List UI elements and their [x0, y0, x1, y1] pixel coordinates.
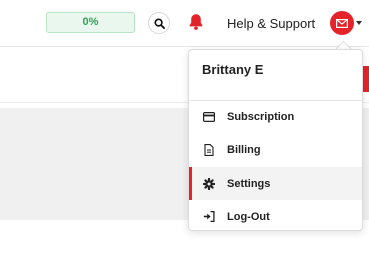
card-icon [203, 111, 215, 123]
user-dropdown-menu: Brittany E Subscription Billing Settings… [188, 49, 363, 231]
gear-icon [203, 177, 215, 190]
menu-item-label: Settings [227, 177, 271, 190]
help-support-link[interactable]: Help & Support [227, 16, 315, 31]
menu-item-label: Log-Out [227, 210, 270, 223]
top-bar: 0% Help & Support [0, 0, 369, 47]
progress-indicator: 0% [46, 12, 135, 33]
app-page: 0% Help & Support Brittany E Subscriptio… [0, 0, 369, 264]
bell-icon[interactable] [188, 13, 204, 31]
search-icon [153, 17, 165, 29]
menu-item-logout[interactable]: Log-Out [189, 200, 362, 233]
user-name: Brittany E [202, 62, 264, 77]
menu-item-settings[interactable]: Settings [189, 167, 362, 200]
mail-icon [336, 18, 348, 28]
search-button[interactable] [148, 12, 170, 34]
document-icon [203, 143, 215, 156]
menu-item-billing[interactable]: Billing [189, 133, 362, 166]
progress-text: 0% [82, 16, 99, 28]
avatar-button[interactable] [330, 11, 354, 35]
menu-item-label: Billing [227, 143, 261, 156]
logout-icon [203, 211, 215, 223]
menu-item-label: Subscription [227, 110, 295, 123]
caret-down-icon[interactable] [356, 21, 362, 25]
menu-item-subscription[interactable]: Subscription [189, 100, 362, 133]
